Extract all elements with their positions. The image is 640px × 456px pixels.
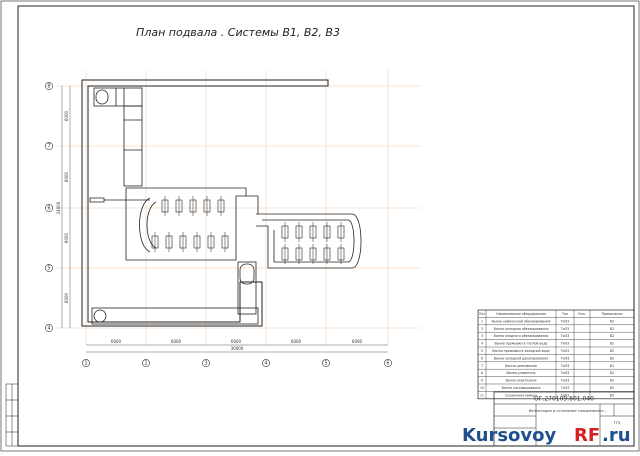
spec-cell: В3 (610, 393, 614, 397)
col-dim-label: 6000 (111, 339, 122, 344)
row-axis-label: 8 (47, 84, 50, 90)
spec-cell: Ванна пассивирования (502, 386, 541, 390)
spec-cell: ТиОЗ (560, 379, 570, 383)
watermark-part-3: .ru (602, 425, 631, 446)
spec-cell: В2 (610, 349, 614, 353)
spec-cell: ТиОЗ (560, 319, 570, 323)
spec-header-cell: Примечание (602, 312, 623, 316)
row-dim-label: 6000 (64, 232, 69, 243)
drawing-sheet: План подвала . Системы В1, В2, В3 8 7 6 … (0, 0, 640, 452)
spec-cell: В2 (610, 319, 614, 323)
sheet-outer-frame (0, 0, 640, 452)
spec-header-cell: Кол. (578, 312, 585, 316)
binding-stamp (5, 383, 19, 447)
spec-cell: В2 (610, 327, 614, 331)
spec-cell: 7 (481, 364, 483, 368)
spec-header-cell: Поз (479, 312, 485, 316)
spec-header-cell: Наименование оборудования (496, 312, 546, 316)
kursovoyrf-watermark-logo: Kursovoy RF .ru (462, 425, 631, 446)
spec-cell: Ванна осветления (506, 379, 537, 383)
spec-cell: ТиОЗ (560, 371, 570, 375)
spec-cell: В1 (610, 364, 614, 368)
spec-cell: 8 (481, 371, 483, 375)
spec-cell: В2 (610, 342, 614, 346)
spec-cell: 5 (481, 349, 483, 353)
spec-cell: 11 (480, 393, 484, 397)
spec-cell: В2 (610, 334, 614, 338)
spec-cell: Ванна промывки в холодной воде (492, 349, 549, 353)
spec-cell: ТиОЗ (560, 386, 570, 390)
row-total-label: 24000 (56, 201, 61, 214)
col-axis-label: 6 (386, 361, 389, 367)
watermark-part-1: Kursovoy (462, 425, 557, 446)
spec-cell: В2 (610, 371, 614, 375)
spec-cell: ТиОЗ (560, 342, 570, 346)
spec-cell: Ванна холодной декапирования (494, 356, 549, 360)
col-axis-label: 3 (204, 361, 207, 367)
spec-cell: ТиОЗ (560, 327, 570, 331)
spec-cell: 1 (481, 319, 483, 323)
watermark-part-2: RF (574, 425, 600, 446)
row-dim-label: 6000 (64, 292, 69, 303)
col-axis-label: 5 (324, 361, 327, 367)
spec-cell: 2 (481, 327, 483, 331)
spec-cell: В2 (610, 379, 614, 383)
spec-cell: ТиОЗ (560, 356, 570, 360)
spec-cell: Ванна анодного обезжиривания (494, 334, 549, 338)
col-axis-label: 4 (264, 361, 267, 367)
spec-header-cell: Тип (561, 312, 568, 316)
spec-cell: Ванна холодная обезжиривания (494, 327, 549, 331)
spec-cell: Ванна-уловитель (507, 371, 536, 375)
col-dim-label: 6000 (171, 339, 182, 344)
spec-cell: Ванна химической обезжиривания (492, 319, 551, 323)
row-dim-label: 6000 (64, 171, 69, 182)
duct-network (89, 87, 362, 325)
spec-cell: Ванна цинкования (505, 364, 536, 368)
spec-cell: В2 (610, 356, 614, 360)
building-outline (81, 79, 329, 327)
drawing-title: План подвала . Системы В1, В2, В3 (136, 26, 340, 39)
document-code: ОГ.270109.601.040 (534, 396, 594, 403)
col-total-label: 30000 (231, 346, 244, 351)
row-axis-label: 7 (47, 144, 50, 150)
spec-cell: ТиОЗ (560, 349, 570, 353)
spec-cell: 6 (481, 356, 483, 360)
col-dim-label: 6000 (291, 339, 302, 344)
col-dim-label: 6000 (352, 339, 363, 344)
col-dim-label: 6000 (231, 339, 242, 344)
basement-plan-drawing: План подвала . Системы В1, В2, В3 876541… (0, 0, 640, 452)
spec-cell: 4 (481, 342, 483, 346)
col-axis-label: 1 (84, 361, 87, 367)
spec-cell: 3 (481, 334, 483, 338)
spec-cell: 9 (481, 379, 483, 383)
spec-cell: Сушильная камера (505, 393, 537, 397)
row-axis-label: 4 (47, 326, 50, 332)
spec-cell: Ванна промывки в теплой воде (494, 342, 547, 346)
spec-cell: В2 (610, 386, 614, 390)
row-dim-label: 6000 (64, 110, 69, 121)
col-axis-label: 2 (144, 361, 147, 367)
row-axis-label: 5 (47, 266, 50, 272)
spec-cell: ТиОЗ (560, 334, 570, 338)
document-name: Вентиляция и отопление гальваническ... (529, 409, 607, 413)
equipment-baths (151, 196, 345, 264)
specification-table: Поз Наименование оборудования Тип Кол. Приме… (477, 309, 635, 400)
spec-cell: ТиОЗ (560, 364, 570, 368)
row-axis-label: 6 (47, 206, 50, 212)
spec-cell: 10 (480, 386, 484, 390)
